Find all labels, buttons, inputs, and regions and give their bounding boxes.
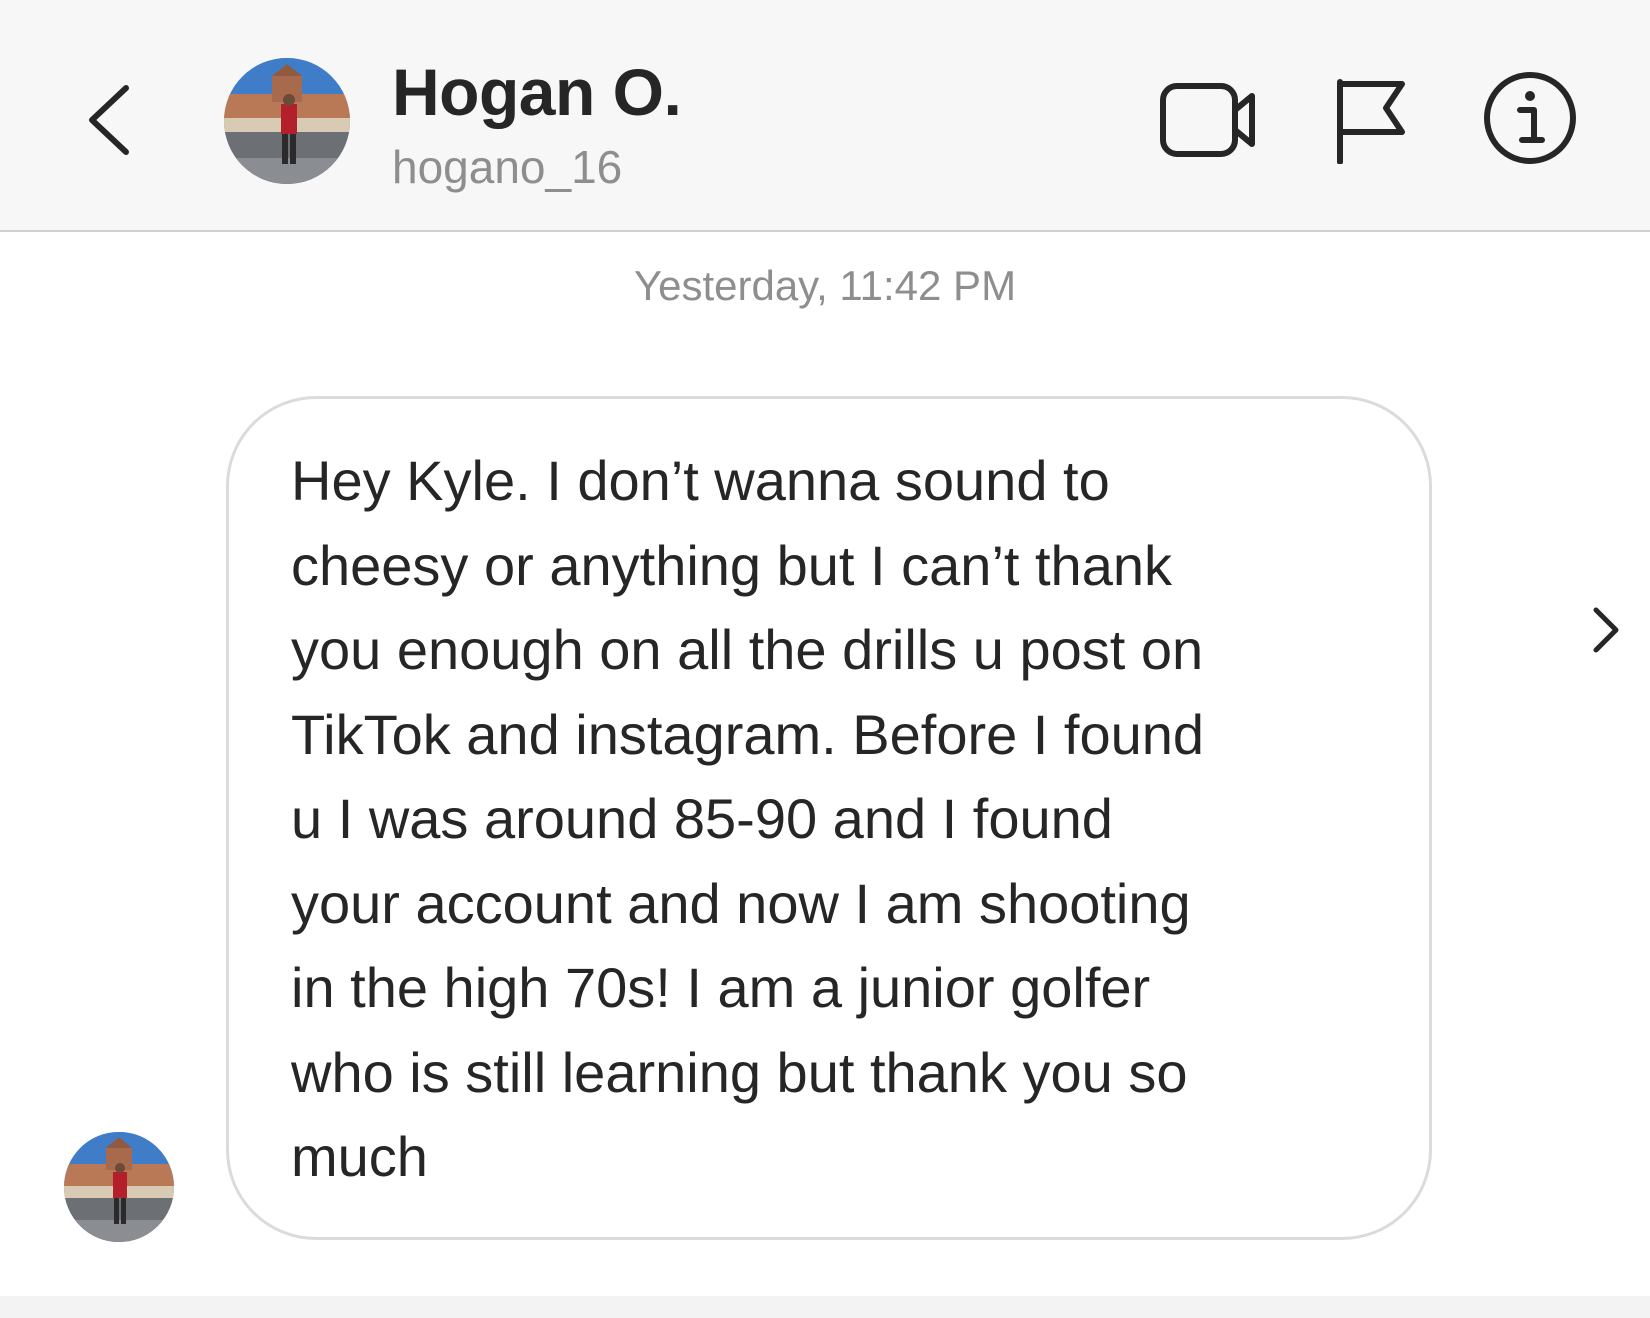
message-bubble[interactable]: Hey Kyle. I don’t wanna sound to cheesy … xyxy=(226,396,1432,1240)
video-call-button[interactable] xyxy=(1158,78,1258,162)
back-button[interactable] xyxy=(80,80,140,160)
chat-header: Hogan O. hogano_16 xyxy=(0,0,1650,232)
info-button[interactable] xyxy=(1482,70,1578,166)
sender-avatar[interactable] xyxy=(64,1132,174,1242)
chevron-left-icon xyxy=(89,85,129,155)
profile-photo xyxy=(64,1132,174,1242)
profile-photo xyxy=(224,58,350,184)
flag-icon xyxy=(1337,79,1405,165)
info-icon xyxy=(1484,72,1576,164)
message-timestamp: Yesterday, 11:42 PM xyxy=(633,262,1017,309)
message-details-button[interactable] xyxy=(1586,604,1626,656)
video-camera-icon xyxy=(1160,83,1255,157)
message-text: Hey Kyle. I don’t wanna sound to cheesy … xyxy=(291,449,1205,1188)
report-button[interactable] xyxy=(1334,78,1408,165)
contact-name[interactable]: Hogan O. xyxy=(392,54,682,130)
avatar[interactable] xyxy=(224,58,350,184)
chevron-right-icon xyxy=(1593,607,1619,653)
composer-area-edge xyxy=(0,1296,1650,1318)
contact-username: hogano_16 xyxy=(392,141,623,193)
